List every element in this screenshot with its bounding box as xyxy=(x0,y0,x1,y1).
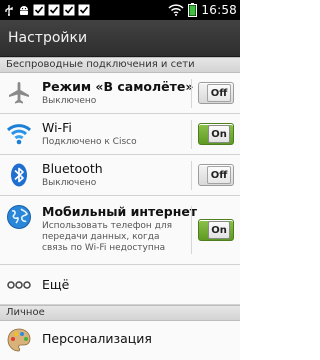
bluetooth-label: Bluetooth xyxy=(42,161,103,176)
globe-icon xyxy=(6,204,32,230)
check-notification-icon xyxy=(63,4,75,16)
setting-row-wifi[interactable]: Wi-Fi Подключено к Cisco On xyxy=(0,114,240,155)
wifi-status: Подключено к Cisco xyxy=(42,137,137,147)
divider xyxy=(191,79,192,108)
wifi-toggle[interactable]: On xyxy=(198,123,234,145)
setting-row-airplane-mode[interactable]: Режим «В самолёте» Выключено Off xyxy=(0,73,240,114)
setting-row-more[interactable]: Ещё xyxy=(0,265,240,305)
wifi-label: Wi-Fi xyxy=(42,120,72,135)
setting-row-personalization[interactable]: Персонализация xyxy=(0,321,240,360)
airplane-mode-label: Режим «В самолёте» xyxy=(42,79,194,94)
setting-row-mobile-internet[interactable]: Мобильный интернет Использовать телефон … xyxy=(0,196,240,265)
divider xyxy=(191,161,192,190)
airplane-mode-toggle[interactable]: Off xyxy=(198,82,234,104)
wifi-icon xyxy=(6,121,32,147)
battery-icon xyxy=(188,3,198,17)
airplane-mode-status: Выключено xyxy=(42,96,97,106)
divider xyxy=(191,206,192,254)
bluetooth-icon xyxy=(6,162,32,188)
toggle-state-label: Off xyxy=(210,87,228,99)
toggle-state-label: Off xyxy=(210,169,228,181)
mobile-internet-description: Использовать телефон для передачи данных… xyxy=(42,221,173,253)
personalization-label: Персонализация xyxy=(42,331,152,346)
toggle-knob: Off xyxy=(207,166,231,184)
toggle-knob: On xyxy=(208,125,230,143)
more-label: Ещё xyxy=(42,277,70,292)
toggle-knob: On xyxy=(208,221,230,239)
page-title: Настройки xyxy=(8,30,88,46)
section-header-wireless: Беспроводные подключения и сети xyxy=(0,57,240,73)
palette-icon xyxy=(6,327,32,353)
wifi-signal-icon xyxy=(168,4,184,16)
setting-row-bluetooth[interactable]: Bluetooth Выключено Off xyxy=(0,155,240,196)
title-bar: Настройки xyxy=(0,20,240,57)
clock: 16:58 xyxy=(201,3,237,17)
bluetooth-status: Выключено xyxy=(42,178,97,188)
toggle-state-label: On xyxy=(211,224,227,236)
more-dots-icon xyxy=(6,272,32,298)
status-bar: 16:58 xyxy=(0,0,240,20)
airplane-icon xyxy=(6,80,32,106)
check-notification-icon xyxy=(78,4,90,16)
bluetooth-toggle[interactable]: Off xyxy=(198,164,234,186)
mobile-internet-label: Мобильный интернет xyxy=(42,204,198,219)
check-notification-icon xyxy=(48,4,60,16)
mobile-internet-toggle[interactable]: On xyxy=(198,219,234,241)
check-notification-icon xyxy=(33,4,45,16)
section-header-personal: Личное xyxy=(0,305,240,321)
toggle-knob: Off xyxy=(207,84,231,102)
usb-icon xyxy=(3,4,15,16)
toggle-state-label: On xyxy=(211,128,227,140)
divider xyxy=(191,120,192,149)
android-debug-icon xyxy=(18,4,30,16)
